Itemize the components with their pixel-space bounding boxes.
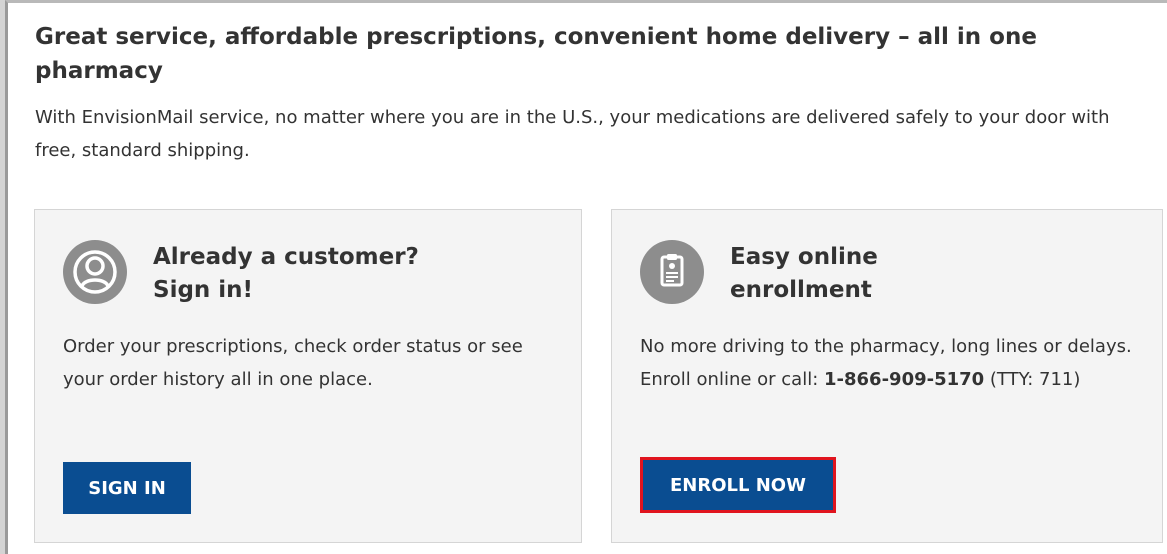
enroll-card: Easy online enrollment No more driving t… [611, 209, 1163, 543]
enroll-title-line1: Easy online [730, 244, 878, 270]
signin-title-line2: Sign in! [153, 277, 254, 303]
enroll-text-after: (TTY: 711) [984, 369, 1081, 390]
signin-title-line1: Already a customer? [153, 244, 419, 270]
signin-card-text: Order your prescriptions, check order st… [63, 336, 523, 390]
page-headline: Great service, affordable prescriptions,… [35, 24, 1037, 84]
clipboard-icon [640, 240, 704, 304]
sign-in-button[interactable]: SIGN IN [63, 462, 191, 514]
signin-card: Already a customer? Sign in! Order your … [34, 209, 582, 543]
intro-text: With EnvisionMail service, no matter whe… [35, 107, 1110, 161]
enroll-now-button-label: ENROLL NOW [670, 474, 806, 496]
enroll-phone-number: 1-866-909-5170 [824, 369, 985, 390]
user-icon [63, 240, 127, 304]
sign-in-button-label: SIGN IN [88, 477, 166, 499]
enroll-card-title: Easy online enrollment [730, 241, 878, 307]
enroll-now-button[interactable]: ENROLL NOW [640, 457, 836, 513]
signin-card-title: Already a customer? Sign in! [153, 241, 419, 307]
page-frame: Great service, affordable prescriptions,… [5, 0, 1167, 554]
enroll-title-line2: enrollment [730, 277, 872, 303]
enroll-card-text: No more driving to the pharmacy, long li… [640, 330, 1145, 396]
